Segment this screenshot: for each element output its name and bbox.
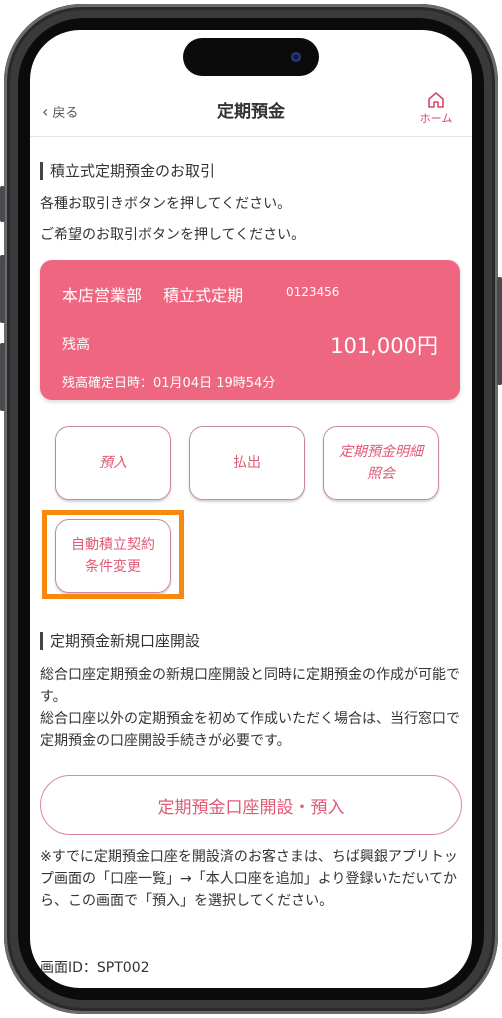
section-heading-new-account: 定期預金新規口座開設	[40, 632, 200, 650]
app-screen: ‹ 戻る 定期預金 ホーム 積立式定期預金のお取引 各種お取引きボタンを押してく…	[30, 30, 472, 988]
highlight-box	[42, 510, 184, 599]
home-icon	[428, 92, 444, 108]
new-account-description-2: 総合口座以外の定期預金を初めて作成いただく場合は、当行窓口で定期預金の口座開設手…	[40, 711, 460, 749]
instruction-line-2: ご希望のお取引ボタンを押してください。	[40, 227, 306, 243]
page-title: 定期預金	[217, 102, 285, 122]
home-label: ホーム	[419, 112, 453, 125]
dynamic-island	[183, 38, 319, 76]
balance-amount: 101,000円	[330, 334, 438, 358]
volume-down-button	[0, 343, 5, 411]
volume-up-button	[0, 255, 5, 323]
section-heading-transactions: 積立式定期預金のお取引	[40, 162, 215, 180]
open-account-deposit-button[interactable]: 定期預金口座開設・預入	[40, 775, 462, 835]
branch-and-type: 本店営業部 積立式定期	[62, 286, 244, 305]
account-card: 本店営業部 積立式定期 0123456 残高 101,000円 残高確定日時：0…	[40, 260, 460, 400]
nav-bar: ‹ 戻る 定期預金 ホーム	[30, 86, 472, 137]
screen-id: 画面ID：SPT002	[40, 960, 150, 976]
home-button[interactable]: ホーム	[414, 91, 458, 126]
balance-updated-time: 残高確定日時：01月04日 19時54分	[62, 376, 276, 391]
existing-account-note: ※すでに定期預金口座を開設済のお客さまは、ちば興銀アプリトップ画面の「口座一覧」…	[40, 849, 458, 909]
deposit-button[interactable]: 預入	[55, 426, 171, 500]
power-button	[497, 277, 502, 385]
statement-inquiry-button[interactable]: 定期預金明細 照会	[323, 426, 439, 500]
instruction-line-1: 各種お取引きボタンを押してください。	[40, 196, 292, 212]
balance-label: 残高	[62, 337, 90, 353]
camera-icon	[291, 52, 301, 62]
withdraw-button[interactable]: 払出	[189, 426, 305, 500]
account-number: 0123456	[286, 285, 340, 299]
new-account-description-1: 総合口座定期預金の新規口座開設と同時に定期預金の作成が可能です。	[40, 667, 460, 705]
mute-switch	[0, 186, 5, 222]
